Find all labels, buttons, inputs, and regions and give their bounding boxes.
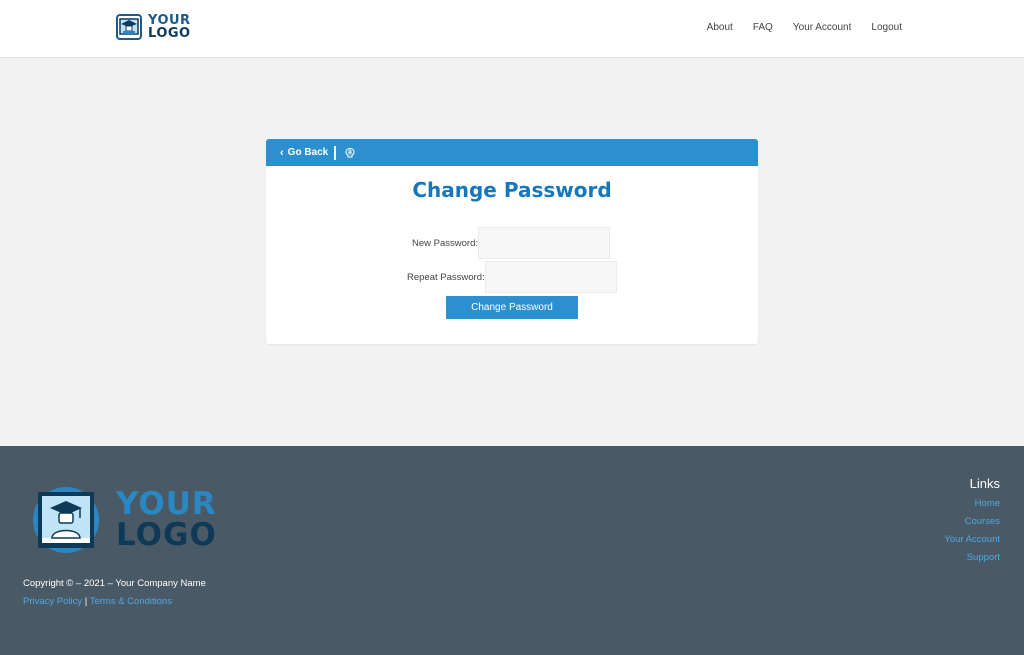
footer-logo: YOUR LOGO [32,486,217,554]
nav-faq[interactable]: FAQ [753,22,773,33]
site-header: YOUR LOGO About FAQ Your Account Logout [0,0,1024,58]
new-password-input[interactable] [478,227,610,259]
brain-icon[interactable] [344,147,356,159]
terms-link[interactable]: Terms & Conditions [90,596,172,607]
logo-text-line2: LOGO [148,26,191,41]
nav-about[interactable]: About [707,22,733,33]
go-back-label: Go Back [287,147,329,158]
footer-links-title: Links [969,476,1000,491]
go-back-button[interactable]: ‹ Go Back [280,147,328,159]
card-toolbar: ‹ Go Back [266,139,758,166]
repeat-password-input[interactable] [484,261,617,293]
footer-link-your-account[interactable]: Your Account [944,531,1000,549]
site-footer: YOUR LOGO Copyright © – 2021 – Your Comp… [0,446,1024,655]
main-nav: About FAQ Your Account Logout [707,22,902,33]
change-password-button[interactable]: Change Password [446,296,578,319]
new-password-row: New Password: [412,227,610,259]
privacy-policy-link[interactable]: Privacy Policy [23,596,82,607]
footer-link-home[interactable]: Home [944,495,1000,513]
footer-link-courses[interactable]: Courses [944,513,1000,531]
nav-your-account[interactable]: Your Account [793,22,852,33]
footer-logo-line2: LOGO [116,517,217,553]
graduation-cap-icon [116,14,142,40]
nav-logout[interactable]: Logout [871,22,902,33]
header-logo[interactable]: YOUR LOGO [116,14,191,40]
chevron-left-icon: ‹ [280,146,284,159]
graduation-cap-icon [33,487,99,553]
legal-separator: | [84,596,88,607]
change-password-card: ‹ Go Back Change Password New Password: … [266,139,758,344]
toolbar-divider [334,145,336,160]
footer-links: Links Home Courses Your Account Support [944,476,1000,567]
page-title: Change Password [412,178,612,202]
copyright-text: Copyright © – 2021 – Your Company Name [23,578,206,589]
legal-links: Privacy Policy | Terms & Conditions [23,596,172,607]
repeat-password-row: Repeat Password: [407,261,617,293]
new-password-label: New Password: [412,237,478,249]
repeat-password-label: Repeat Password: [407,271,485,283]
footer-link-support[interactable]: Support [944,549,1000,567]
footer-logo-line1: YOUR [116,486,217,522]
